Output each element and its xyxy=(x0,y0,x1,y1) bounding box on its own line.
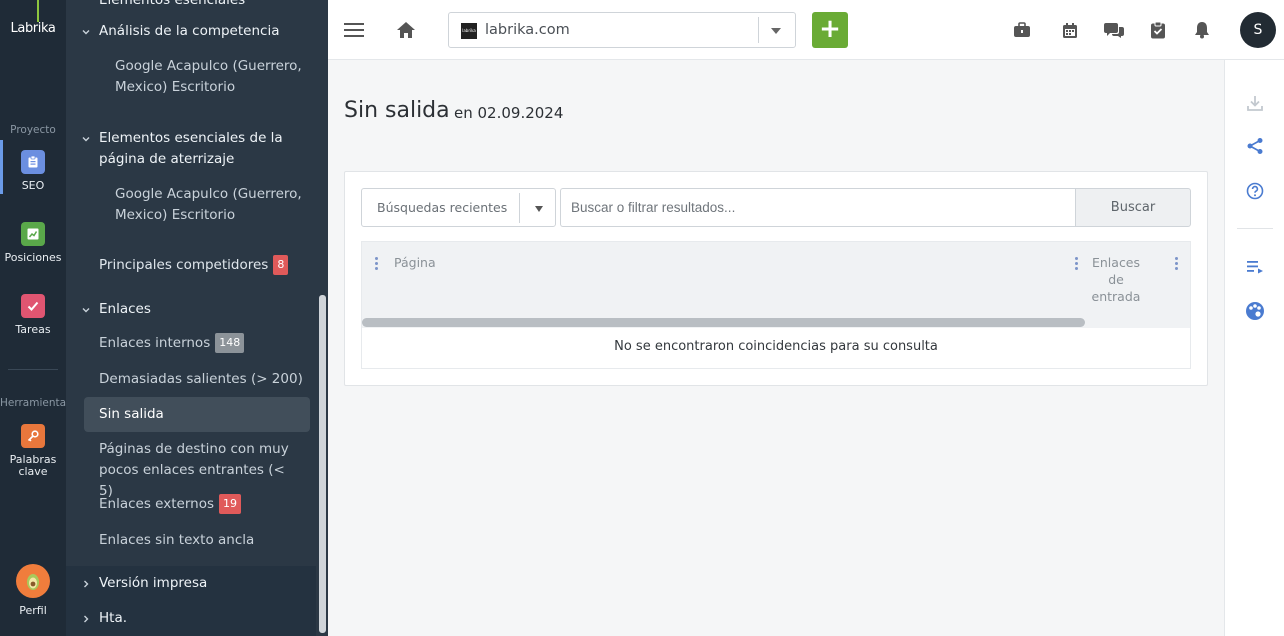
clipboard-check-icon[interactable] xyxy=(1146,18,1170,42)
sidebar-item-principales-competidores[interactable]: Principales competidores 8 xyxy=(99,255,289,276)
chevron-down-icon[interactable] xyxy=(535,206,543,212)
check-icon xyxy=(21,294,45,318)
avocado-avatar-icon xyxy=(16,564,50,598)
table-header: Página Enlaces de entrada xyxy=(362,242,1190,328)
top-bar: labrika labrika.com + S xyxy=(328,0,1284,60)
download-icon[interactable] xyxy=(1244,92,1266,114)
sidebar-bottom-group: Versión impresa Hta. xyxy=(66,566,316,636)
chevron-down-icon[interactable] xyxy=(81,305,91,315)
count-badge: 19 xyxy=(218,494,241,514)
add-button[interactable]: + xyxy=(812,12,848,48)
sidebar-scrollbar-thumb[interactable] xyxy=(318,294,327,634)
rail-label-seo: SEO xyxy=(21,179,45,192)
sidebar-item-enlaces-sin-ancla[interactable]: Enlaces sin texto ancla xyxy=(99,530,254,551)
bell-icon[interactable] xyxy=(1190,18,1214,42)
calendar-icon[interactable] xyxy=(1058,18,1082,42)
site-selector-value: labrika.com xyxy=(485,22,570,38)
empty-state-message: No se encontraron coincidencias para su … xyxy=(614,339,938,354)
rail-section-project: Proyecto xyxy=(10,124,56,136)
site-selector[interactable]: labrika labrika.com xyxy=(448,12,796,48)
logo-accent xyxy=(37,0,39,22)
rail-item-palabras-clave[interactable]: Palabras clave xyxy=(0,414,66,480)
user-avatar[interactable]: S xyxy=(1240,12,1276,48)
palette-icon[interactable] xyxy=(1244,300,1266,322)
chat-icon[interactable] xyxy=(1102,18,1126,42)
chevron-down-icon[interactable] xyxy=(81,27,91,37)
rail-item-tareas[interactable]: Tareas xyxy=(0,284,66,340)
sidebar-subitem-google-acapulco-2[interactable]: Google Acapulco (Guerrero, Mexico) Escri… xyxy=(115,184,305,226)
home-icon[interactable] xyxy=(394,18,418,42)
column-menu-icon[interactable] xyxy=(1174,257,1178,271)
column-menu-icon[interactable] xyxy=(374,257,378,271)
briefcase-icon[interactable] xyxy=(1010,18,1034,42)
sidebar-item-version-impresa[interactable]: Versión impresa xyxy=(99,573,207,594)
divider xyxy=(519,193,520,223)
results-table: Página Enlaces de entrada No se encontra… xyxy=(361,241,1191,369)
chevron-down-icon[interactable] xyxy=(771,28,781,34)
site-favicon: labrika xyxy=(461,23,477,39)
sidebar-item-demasiadas-salientes[interactable]: Demasiadas salientes (> 200) xyxy=(99,369,303,390)
sidebar-item-paginas-pocos-enlaces[interactable]: Páginas de destino con muy pocos enlaces… xyxy=(99,439,299,502)
menu-icon[interactable] xyxy=(342,18,366,42)
rail-label-tareas: Tareas xyxy=(15,323,51,336)
sidebar-item-enlaces[interactable]: Enlaces xyxy=(99,299,151,320)
share-icon[interactable] xyxy=(1244,135,1266,157)
chevron-right-icon[interactable] xyxy=(81,579,91,589)
rail-divider xyxy=(8,369,58,370)
key-icon xyxy=(21,424,45,448)
rail-section-tools: Herramientas xyxy=(0,397,72,409)
results-card: Búsquedas recientes Buscar Página Enlace… xyxy=(344,171,1208,386)
divider xyxy=(758,17,759,43)
count-badge: 8 xyxy=(273,255,289,275)
divider xyxy=(1237,228,1273,229)
main-content: Sin salida en 02.09.2024 Búsquedas recie… xyxy=(328,60,1224,636)
logo-text: Labrika xyxy=(10,21,56,36)
sidebar-item-elementos-aterrizaje[interactable]: Elementos esenciales de la página de ate… xyxy=(99,128,314,170)
playlist-icon[interactable] xyxy=(1244,256,1266,278)
search-input[interactable] xyxy=(560,188,1076,227)
chevron-right-icon[interactable] xyxy=(81,614,91,624)
rail-item-perfil[interactable]: Perfil xyxy=(0,562,66,622)
page-date: en 02.09.2024 xyxy=(454,104,564,122)
chart-icon xyxy=(21,222,45,246)
rail-item-seo[interactable]: SEO xyxy=(0,140,66,196)
page-title: Sin salida xyxy=(344,98,450,123)
chevron-down-icon[interactable] xyxy=(81,134,91,144)
sidebar-item-enlaces-internos[interactable]: Enlaces internos 148 xyxy=(99,333,245,354)
recent-searches-value: Búsquedas recientes xyxy=(377,200,508,215)
sidebar-item-label: Principales competidores xyxy=(99,257,269,273)
rail-item-posiciones[interactable]: Posiciones xyxy=(0,212,66,268)
table-horizontal-scrollbar[interactable] xyxy=(362,318,1085,327)
rail-label-palabras-clave: Palabras clave xyxy=(9,453,57,478)
search-button[interactable]: Buscar xyxy=(1075,188,1191,227)
sidebar-item-analisis-competencia[interactable]: Análisis de la competencia xyxy=(99,21,279,42)
sidebar-item-sin-salida[interactable]: Sin salida xyxy=(99,404,164,425)
left-rail: Labrika Proyecto SEO Posiciones Tareas H… xyxy=(0,0,72,636)
clipboard-icon xyxy=(21,150,45,174)
count-badge: 148 xyxy=(215,333,245,353)
rail-label-perfil: Perfil xyxy=(19,604,47,617)
help-icon[interactable] xyxy=(1244,180,1266,202)
recent-searches-select[interactable]: Búsquedas recientes xyxy=(361,188,556,227)
right-rail xyxy=(1224,60,1284,636)
column-menu-icon[interactable] xyxy=(1074,257,1078,271)
sidebar-item-label: Enlaces internos xyxy=(99,335,211,351)
sidebar-item-label: Enlaces externos xyxy=(99,496,214,512)
secondary-sidebar: Elementos esenciales Análisis de la comp… xyxy=(66,0,328,636)
sidebar-subitem-google-acapulco-1[interactable]: Google Acapulco (Guerrero, Mexico) Escri… xyxy=(115,56,305,98)
sidebar-item-enlaces-externos[interactable]: Enlaces externos 19 xyxy=(99,494,241,515)
column-header-enlaces-entrada[interactable]: Enlaces de entrada xyxy=(1090,254,1142,305)
sidebar-item-hta[interactable]: Hta. xyxy=(99,608,127,629)
app-logo[interactable]: Labrika xyxy=(0,0,66,60)
column-header-pagina[interactable]: Página xyxy=(394,255,436,270)
rail-label-posiciones: Posiciones xyxy=(4,251,62,264)
sidebar-item-elementos-esenciales[interactable]: Elementos esenciales xyxy=(99,0,245,11)
